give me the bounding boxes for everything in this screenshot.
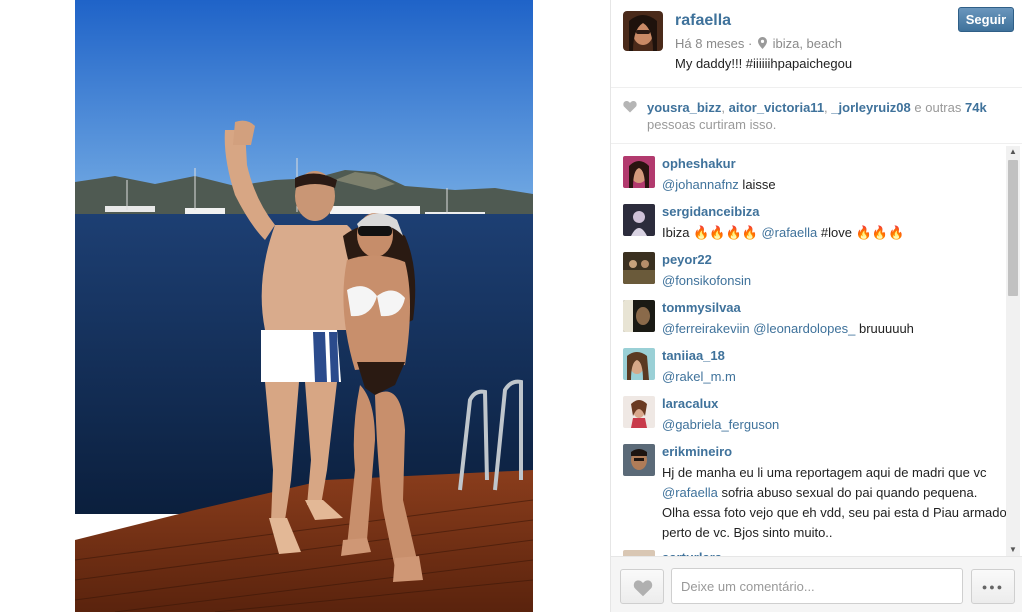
likes-suffix: pessoas curtiram isso. [647, 117, 777, 132]
liker-link[interactable]: _jorleyruiz08 [831, 100, 911, 115]
mention-link[interactable]: @rafaella [662, 485, 718, 500]
commenter-username[interactable]: erikmineiro [662, 444, 732, 459]
comment-fragment: bruuuuuh [855, 321, 914, 336]
scroll-down-arrow-icon[interactable]: ▼ [1006, 544, 1020, 556]
comment-fragment: #love 🔥🔥🔥 [817, 225, 905, 240]
author-username[interactable]: rafaella [675, 12, 731, 30]
beach-photo-image [75, 0, 533, 612]
mention-link[interactable]: @ferreirakeviin [662, 321, 750, 336]
instagram-post-view: rafaella Há 8 meses · ibiza, beach My da… [0, 0, 1022, 612]
commenter-avatar-image [623, 156, 655, 188]
likes-summary: yousra_bizz, aitor_victoria11, _jorleyru… [611, 88, 1022, 144]
pin-icon [757, 37, 767, 49]
author-avatar-image [623, 11, 663, 51]
liker-link[interactable]: yousra_bizz [647, 100, 721, 115]
post-location[interactable]: ibiza, beach [773, 36, 842, 51]
post-meta: Há 8 meses · ibiza, beach [675, 36, 842, 51]
scrollbar-thumb[interactable] [1008, 160, 1018, 296]
comments-list[interactable]: opheshakur @johannafnz laisse sergidance… [611, 146, 1022, 556]
commenter-username[interactable]: taniiaa_18 [662, 348, 725, 363]
comment-fragment: Hj de manha eu li uma reportagem aqui de… [662, 465, 987, 480]
post-time[interactable]: Há 8 meses [675, 36, 744, 51]
more-options-button[interactable]: ●●● [971, 569, 1015, 604]
like-button[interactable] [620, 569, 664, 604]
commenter-avatar[interactable] [623, 156, 655, 188]
post-header: rafaella Há 8 meses · ibiza, beach My da… [611, 0, 1022, 88]
heart-icon [633, 580, 653, 597]
comment-text: @rakel_m.m [662, 367, 1007, 387]
comment-bar: ●●● [611, 556, 1022, 612]
commenter-username[interactable]: peyor22 [662, 252, 712, 267]
mention-link[interactable]: @rakel_m.m [662, 369, 736, 384]
follow-button[interactable]: Seguir [958, 7, 1014, 32]
likes-comma: , [721, 100, 729, 115]
commenter-username[interactable]: laracalux [662, 396, 718, 411]
comment-text: @gabriela_ferguson [662, 415, 1007, 435]
mention-link[interactable]: @leonardolopes_ [753, 321, 855, 336]
post-photo[interactable] [75, 0, 533, 612]
commenter-username[interactable]: sergidanceibiza [662, 204, 760, 219]
comment-input[interactable] [671, 568, 963, 604]
commenter-avatar[interactable] [623, 252, 655, 284]
liker-link[interactable]: aitor_victoria11 [729, 100, 824, 115]
ellipsis-icon: ●●● [981, 582, 1005, 592]
commenter-avatar-image [623, 348, 655, 380]
commenter-avatar-image [623, 204, 655, 236]
comment-fragment: Ibiza 🔥🔥🔥🔥 [662, 225, 762, 240]
likes-and-others: e outras [910, 100, 965, 115]
commenter-avatar-image [623, 252, 655, 284]
commenter-avatar[interactable] [623, 396, 655, 428]
mention-link[interactable]: @rafaella [761, 225, 817, 240]
commenter-avatar-image [623, 444, 655, 476]
post-sidebar: rafaella Há 8 meses · ibiza, beach My da… [610, 0, 1022, 612]
mention-link[interactable]: @fonsikofonsin [662, 273, 751, 288]
comment-fragment: laisse [738, 177, 776, 192]
commenter-avatar-image [623, 300, 655, 332]
commenter-avatar[interactable] [623, 444, 655, 476]
mention-link[interactable]: @gabriela_ferguson [662, 417, 779, 432]
commenter-avatar[interactable] [623, 204, 655, 236]
commenter-username[interactable]: tommysilvaa [662, 300, 741, 315]
commenter-username[interactable]: opheshakur [662, 156, 736, 171]
post-caption: My daddy!!! #iiiiiihpapaichegou [675, 56, 853, 71]
comment-text: Ibiza 🔥🔥🔥🔥 @rafaella #love 🔥🔥🔥 [662, 223, 1007, 243]
likes-count[interactable]: 74k [965, 100, 987, 115]
commenter-avatar-image [623, 396, 655, 428]
comment-text: @fonsikofonsin [662, 271, 1007, 291]
heart-icon [623, 100, 637, 113]
author-avatar[interactable] [623, 11, 663, 51]
commenter-avatar[interactable] [623, 300, 655, 332]
scroll-up-arrow-icon[interactable]: ▲ [1006, 146, 1020, 158]
comment-text: @johannafnz laisse [662, 175, 1007, 195]
comment-text: @ferreirakeviin @leonardolopes_ bruuuuuh [662, 319, 1007, 339]
comment-text: Hj de manha eu li uma reportagem aqui de… [662, 463, 1007, 543]
comments-scrollbar[interactable]: ▲ ▼ [1006, 146, 1020, 556]
commenter-avatar[interactable] [623, 348, 655, 380]
meta-separator: · [748, 36, 753, 51]
mention-link[interactable]: @johannafnz [662, 177, 739, 192]
